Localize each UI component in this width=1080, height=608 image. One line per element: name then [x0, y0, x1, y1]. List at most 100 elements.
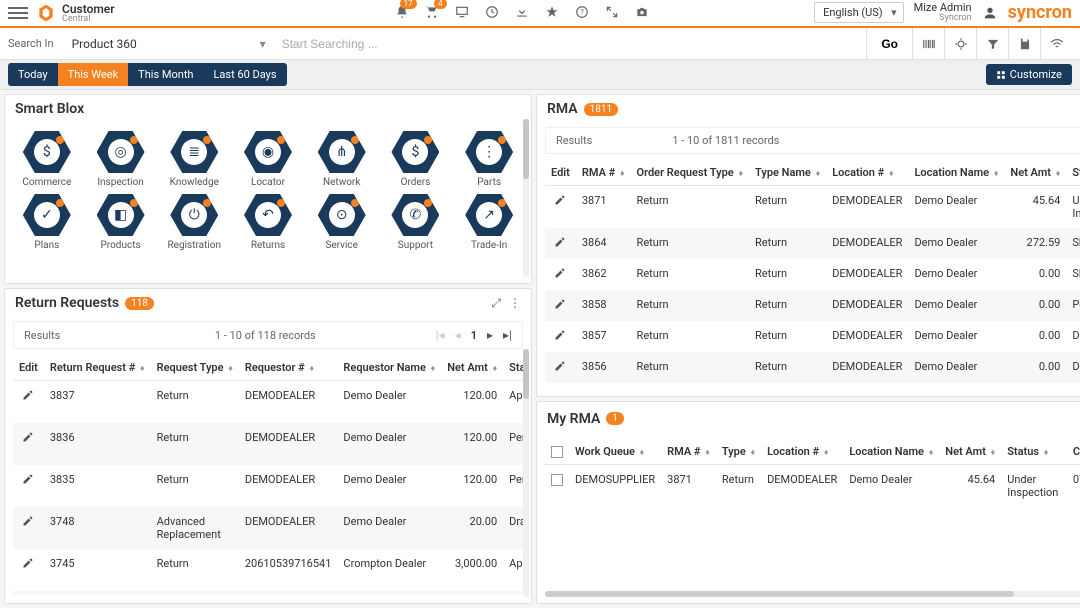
user-avatar-icon[interactable]	[982, 5, 998, 21]
edit-icon[interactable]	[13, 381, 44, 424]
expand-icon[interactable]	[605, 5, 619, 22]
camera-icon[interactable]	[635, 5, 649, 22]
edit-icon[interactable]	[13, 465, 44, 507]
scrollbar[interactable]	[523, 349, 529, 597]
filter-icon[interactable]	[976, 28, 1008, 60]
table-row[interactable]: 3854 Return Return DEMODEALER Demo Deale…	[545, 383, 1080, 388]
column-header[interactable]: Net Amt ♦	[939, 439, 1001, 465]
blox-item[interactable]: ⏻Registration	[158, 192, 230, 253]
customize-button[interactable]: Customize	[986, 64, 1072, 85]
edit-icon[interactable]	[545, 290, 576, 321]
blox-item[interactable]: ✓Plans	[11, 192, 83, 253]
table-row[interactable]: 3862 Return Return DEMODEALER Demo Deale…	[545, 259, 1080, 290]
page-next-icon[interactable]: ▸	[487, 328, 493, 342]
column-header[interactable]: Requestor # ♦	[239, 355, 338, 381]
edit-icon[interactable]	[13, 591, 44, 595]
wifi-icon[interactable]	[1040, 28, 1072, 60]
horizontal-scrollbar[interactable]	[545, 591, 1080, 597]
cart-icon[interactable]: 4	[425, 5, 439, 22]
select-all-checkbox[interactable]	[551, 446, 563, 458]
edit-icon[interactable]	[545, 321, 576, 352]
column-header[interactable]: Status ♦	[503, 355, 523, 381]
language-select[interactable]: English (US)	[814, 2, 904, 23]
table-row[interactable]: 3864 Return Return DEMODEALER Demo Deale…	[545, 228, 1080, 259]
table-row[interactable]: 3745 Return 20610539716541 Crompton Deal…	[13, 549, 523, 591]
scan-icon[interactable]	[944, 28, 976, 60]
column-header[interactable]: Location # ♦	[761, 439, 843, 465]
table-row[interactable]: 3857 Return Return DEMODEALER Demo Deale…	[545, 321, 1080, 352]
table-row[interactable]: 3736 Advanced DEMODEALER Demo Dealer 20.…	[13, 591, 523, 595]
column-header[interactable]: Edit	[545, 160, 576, 186]
edit-icon[interactable]	[545, 259, 576, 290]
blox-item[interactable]: ⋮Parts	[453, 129, 525, 190]
blox-item[interactable]: $Commerce	[11, 129, 83, 190]
help-icon[interactable]: ?	[575, 5, 589, 22]
table-row[interactable]: 3858 Return Return DEMODEALER Demo Deale…	[545, 290, 1080, 321]
clock-icon[interactable]	[485, 5, 499, 22]
column-header[interactable]: Created Date ♦	[1067, 439, 1080, 465]
more-icon[interactable]: ⋮	[509, 296, 521, 311]
column-header[interactable]: Net Amt ♦	[441, 355, 503, 381]
time-tab[interactable]: This Month	[128, 63, 203, 86]
blox-item[interactable]: ◧Products	[85, 192, 157, 253]
column-header[interactable]: Type ♦	[716, 439, 761, 465]
search-category-select[interactable]: Product 360	[64, 33, 274, 55]
column-header[interactable]: Order Request Type ♦	[631, 160, 749, 186]
time-tab[interactable]: Today	[8, 63, 58, 86]
blox-item[interactable]: $Orders	[380, 129, 452, 190]
user-info[interactable]: Mize Admin Syncron	[914, 2, 972, 24]
table-row[interactable]: 3835 Return DEMODEALER Demo Dealer 120.0…	[13, 465, 523, 507]
hamburger-menu[interactable]	[8, 3, 28, 23]
scrollbar[interactable]	[523, 119, 529, 277]
column-header[interactable]: Edit	[13, 355, 44, 381]
time-tab[interactable]: Last 60 Days	[203, 63, 286, 86]
column-header[interactable]: Status ♦	[1066, 160, 1080, 186]
column-header[interactable]: Requestor Name ♦	[337, 355, 441, 381]
app-logo[interactable]: Customer Central	[36, 3, 115, 24]
table-row[interactable]: DEMOSUPPLIER 3871 Return DEMODEALER Demo…	[545, 465, 1080, 508]
search-input[interactable]	[274, 31, 867, 57]
blox-item[interactable]: ⊙Service	[306, 192, 378, 253]
table-row[interactable]: 3871 Return Return DEMODEALER Demo Deale…	[545, 186, 1080, 229]
column-header[interactable]: Location Name ♦	[843, 439, 939, 465]
blox-item[interactable]: ↶Returns	[232, 192, 304, 253]
go-button[interactable]: Go	[866, 29, 912, 59]
column-header[interactable]: Net Amt ♦	[1004, 160, 1066, 186]
column-header[interactable]: Request Type ♦	[151, 355, 239, 381]
table-row[interactable]: 3856 Return Return DEMODEALER Demo Deale…	[545, 352, 1080, 383]
page-first-icon[interactable]: |◂	[436, 328, 445, 342]
column-header[interactable]: Return Request # ♦	[44, 355, 151, 381]
maximize-icon[interactable]: ⤢	[491, 296, 501, 311]
edit-icon[interactable]	[545, 186, 576, 229]
column-header[interactable]: RMA # ♦	[661, 439, 716, 465]
column-header[interactable]: Location # ♦	[826, 160, 908, 186]
notifications-icon[interactable]: 17	[395, 5, 409, 22]
blox-item[interactable]: ◉Locator	[232, 129, 304, 190]
table-row[interactable]: 3748 Advanced Replacement DEMODEALER Dem…	[13, 507, 523, 549]
table-row[interactable]: 3836 Return DEMODEALER Demo Dealer 120.0…	[13, 423, 523, 465]
edit-icon[interactable]	[13, 507, 44, 549]
column-header[interactable]: Type Name ♦	[749, 160, 826, 186]
column-header[interactable]: RMA # ♦	[576, 160, 631, 186]
column-header[interactable]: Status ♦	[1001, 439, 1067, 465]
time-tab[interactable]: This Week	[58, 63, 129, 86]
table-row[interactable]: 3837 Return DEMODEALER Demo Dealer 120.0…	[13, 381, 523, 424]
blox-item[interactable]: ⋔Network	[306, 129, 378, 190]
blox-item[interactable]: ✆Support	[380, 192, 452, 253]
page-prev-icon[interactable]: ◂	[455, 328, 461, 342]
column-header[interactable]: Location Name ♦	[908, 160, 1004, 186]
edit-icon[interactable]	[13, 549, 44, 591]
save-icon[interactable]	[1008, 28, 1040, 60]
page-last-icon[interactable]: ▸|	[503, 328, 512, 342]
barcode-icon[interactable]	[912, 28, 944, 60]
download-icon[interactable]	[515, 5, 529, 22]
edit-icon[interactable]	[545, 228, 576, 259]
screen-icon[interactable]	[455, 5, 469, 22]
edit-icon[interactable]	[545, 352, 576, 383]
star-icon[interactable]	[545, 5, 559, 22]
blox-item[interactable]: ◎Inspection	[85, 129, 157, 190]
blox-item[interactable]: ↗Trade-In	[453, 192, 525, 253]
edit-icon[interactable]	[545, 383, 576, 388]
blox-item[interactable]: ≣Knowledge	[158, 129, 230, 190]
row-checkbox[interactable]	[551, 474, 563, 486]
